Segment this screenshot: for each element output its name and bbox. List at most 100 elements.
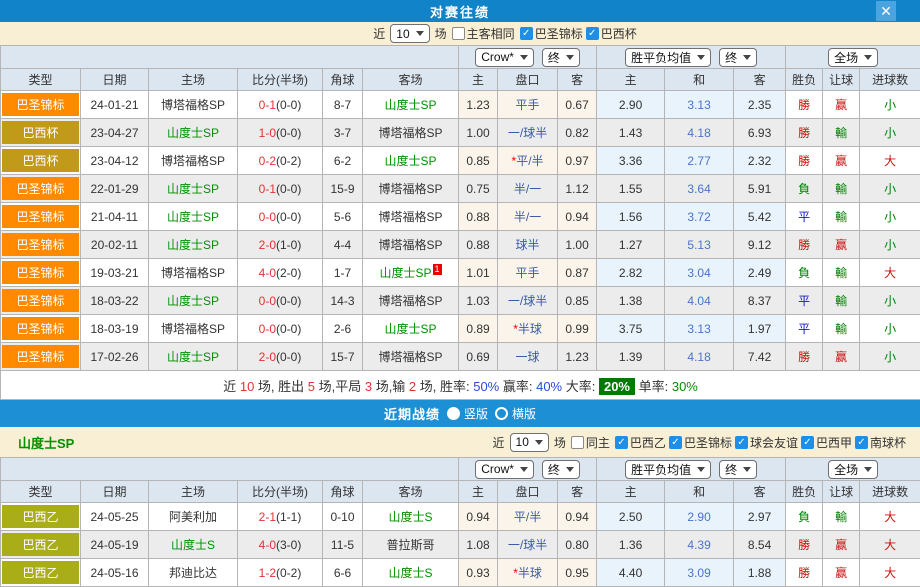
asian-final-select[interactable]: 终: [542, 48, 580, 67]
chevron-down-icon: [864, 467, 872, 472]
empty-header: [1, 458, 459, 481]
home-team: 博塔福格SP: [161, 154, 225, 168]
league-checkbox[interactable]: ✓巴西甲: [801, 434, 852, 451]
league-checkbox-label: 巴西杯: [601, 25, 637, 42]
scope-select[interactable]: 全场: [828, 460, 878, 479]
same-venue-checkbox[interactable]: 主客相同: [452, 25, 515, 42]
league-checkbox-label: 球会友谊: [750, 434, 798, 451]
league-badge: 巴圣锦标: [2, 345, 79, 368]
handicap-value: 一/球半: [508, 294, 547, 308]
euro-final-select[interactable]: 终: [719, 460, 757, 479]
col-corner: 角球: [323, 481, 363, 503]
corner-cell: 11-5: [323, 531, 363, 559]
col-date: 日期: [81, 481, 149, 503]
result-cell: 勝: [786, 147, 823, 175]
scope-select[interactable]: 全场: [828, 48, 878, 67]
layout-horizontal-radio[interactable]: 横版: [495, 405, 536, 422]
league-badge: 巴西杯: [2, 149, 79, 172]
handicap-result-cell: 赢: [823, 147, 860, 175]
euro-home-odds: 2.50: [597, 503, 665, 531]
league-checkbox[interactable]: ✓巴西乙: [615, 434, 666, 451]
score-cell: 0-0(0-0): [238, 203, 323, 231]
type-cell: 巴圣锦标: [1, 203, 81, 231]
away-team-cell: 山度士SP: [363, 315, 459, 343]
bookmaker-select[interactable]: Crow*: [475, 460, 534, 479]
home-team-cell: 山度士S: [149, 531, 238, 559]
col-euro-home: 主: [597, 69, 665, 91]
asian-final-select[interactable]: 终: [542, 460, 580, 479]
type-cell: 巴圣锦标: [1, 315, 81, 343]
date-cell: 19-03-21: [81, 259, 149, 287]
euro-home-odds: 1.36: [597, 531, 665, 559]
euro-home-odds: 1.55: [597, 175, 665, 203]
score-cell: 4-0(3-0): [238, 531, 323, 559]
asian-away-odds: 0.97: [558, 147, 597, 175]
col-asian-away: 客: [558, 69, 597, 91]
summary-segment: 场,平局: [315, 379, 365, 394]
close-icon[interactable]: ✕: [876, 1, 896, 21]
date-cell: 18-03-19: [81, 315, 149, 343]
handicap-result-cell: 輸: [823, 175, 860, 203]
h2h-header-row: 类型 日期 主场 比分(半场) 角球 客场 主 盘口 客 主 和 客 胜负 让球…: [1, 69, 920, 91]
asian-away-odds: 0.95: [558, 559, 597, 587]
near-count-select[interactable]: 10: [390, 24, 429, 43]
league-checkbox-label: 巴圣锦标: [684, 434, 732, 451]
league-checkbox-label: 巴圣锦标: [535, 25, 583, 42]
home-team-cell: 山度士SP: [149, 175, 238, 203]
home-team-cell: 山度士SP: [149, 287, 238, 315]
home-team-cell: 邦迪比达: [149, 559, 238, 587]
type-cell: 巴圣锦标: [1, 287, 81, 315]
summary-segment: 20%: [599, 378, 635, 395]
away-team: 山度士S: [389, 510, 433, 524]
handicap-value: 球半: [516, 238, 540, 252]
same-home-checkbox[interactable]: 同主: [571, 434, 610, 451]
near-label: 近: [373, 25, 385, 42]
away-team-cell: 普拉斯哥: [363, 531, 459, 559]
euro-away-odds: 5.42: [734, 203, 786, 231]
chevron-down-icon: [697, 467, 705, 472]
near-label: 近: [493, 434, 505, 451]
euro-home-odds: 2.82: [597, 259, 665, 287]
col-euro-home: 主: [597, 481, 665, 503]
league-badge: 巴西乙: [2, 533, 79, 556]
away-team-cell: 山度士S: [363, 503, 459, 531]
handicap-cell: *半球: [498, 315, 558, 343]
halftime-score: (0-0): [276, 98, 301, 112]
result-cell: 負: [786, 259, 823, 287]
league-checkbox[interactable]: ✓巴圣锦标: [520, 25, 583, 42]
score-cell: 0-0(0-0): [238, 287, 323, 315]
home-team-cell: 山度士SP: [149, 231, 238, 259]
table-row: 巴圣锦标20-02-11山度士SP2-0(1-0)4-4博塔福格SP0.88球半…: [1, 231, 920, 259]
handicap-cell: 一/球半: [498, 119, 558, 147]
league-checkbox[interactable]: ✓球会友谊: [735, 434, 798, 451]
euro-final-select[interactable]: 终: [719, 48, 757, 67]
handicap-result-cell: 輸: [823, 503, 860, 531]
home-team-cell: 山度士SP: [149, 119, 238, 147]
table-row: 巴西乙24-05-19山度士S4-0(3-0)11-5普拉斯哥1.08一/球半0…: [1, 531, 920, 559]
date-cell: 17-02-26: [81, 343, 149, 371]
summary-segment: 大率:: [562, 379, 599, 394]
bookmaker-select[interactable]: Crow*: [475, 48, 534, 67]
asian-home-odds: 0.69: [459, 343, 498, 371]
avg-odds-select[interactable]: 胜平负均值: [625, 460, 711, 479]
table-row: 巴圣锦标24-01-21博塔福格SP0-1(0-0)8-7山度士SP1.23平手…: [1, 91, 920, 119]
layout-vertical-radio[interactable]: 竖版: [447, 405, 488, 422]
corner-cell: 2-6: [323, 315, 363, 343]
euro-draw-odds: 2.90: [665, 503, 734, 531]
league-checkbox[interactable]: ✓巴圣锦标: [669, 434, 732, 451]
games-label: 场: [554, 434, 566, 451]
recent-table: Crow* 终 胜平负均值 终 全场 类型 日期 主场 比分(半场) 角球 客场…: [0, 457, 920, 587]
asian-away-odds: 0.87: [558, 259, 597, 287]
avg-odds-select[interactable]: 胜平负均值: [625, 48, 711, 67]
away-team: 博塔福格SP: [379, 182, 443, 196]
euro-away-odds: 2.49: [734, 259, 786, 287]
home-team: 山度士SP: [167, 238, 219, 252]
fulltime-score: 0-0: [259, 322, 276, 336]
league-checkbox[interactable]: ✓南球杯: [855, 434, 906, 451]
recent-header-row: 类型 日期 主场 比分(半场) 角球 客场 主 盘口 客 主 和 客 胜负 让球…: [1, 481, 920, 503]
handicap-cell: 半/一: [498, 203, 558, 231]
recent-near-count-select[interactable]: 10: [510, 433, 549, 452]
date-cell: 20-02-11: [81, 231, 149, 259]
league-checkbox[interactable]: ✓巴西杯: [586, 25, 637, 42]
league-badge: 巴圣锦标: [2, 317, 79, 340]
